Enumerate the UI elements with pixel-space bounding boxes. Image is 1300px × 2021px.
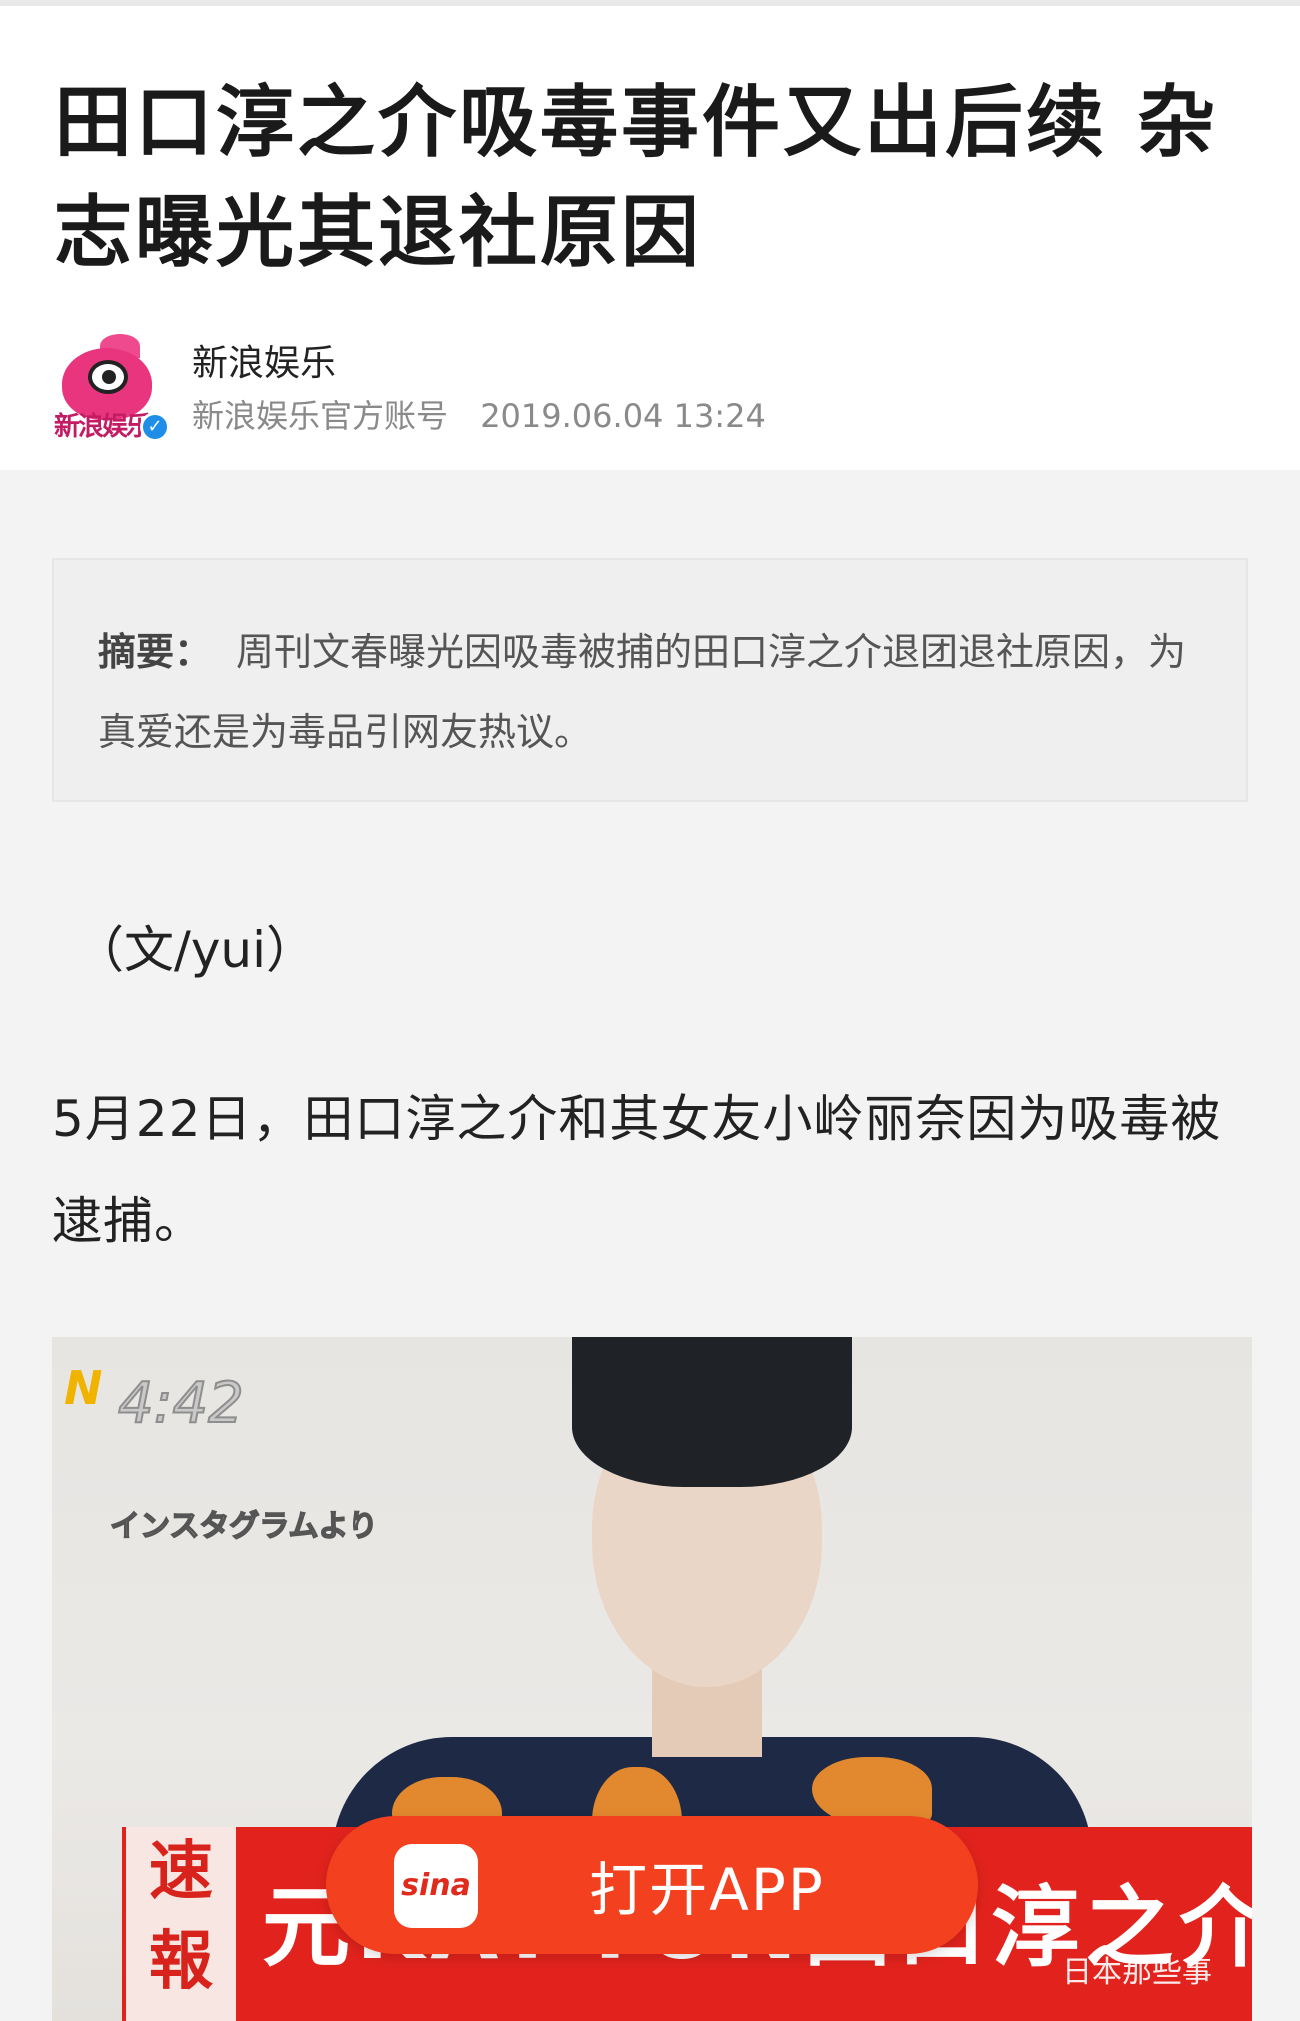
channel-mark: N xyxy=(64,1361,103,1415)
photo-caption: インスタグラムより xyxy=(109,1508,378,1545)
author-name[interactable]: 新浪娱乐 xyxy=(192,341,766,387)
avatar[interactable]: 新浪娱乐 ✓ xyxy=(54,334,170,446)
verified-icon: ✓ xyxy=(140,412,170,442)
summary-label: 摘要： xyxy=(98,630,213,674)
breaking-label: 速報 xyxy=(126,1827,236,2021)
summary-box: 摘要： 周刊文春曝光因吸毒被捕的田口淳之介退团退社原因，为真爱还是为毒品引网友热议… xyxy=(52,558,1248,802)
open-app-button[interactable]: sina 打开APP xyxy=(326,1816,978,1954)
article-header: 田口淳之介吸毒事件又出后续 杂志曝光其退社原因 新浪娱乐 ✓ 新浪娱乐 新浪娱乐… xyxy=(0,6,1300,470)
photo-watermark: 日本那些事 xyxy=(1062,1955,1212,1990)
photo-time: 4:42 xyxy=(117,1370,245,1437)
author-meta: 新浪娱乐官方账号 2019.06.04 13:24 xyxy=(192,393,766,439)
publish-datetime: 2019.06.04 13:24 xyxy=(480,397,766,435)
article-body: 摘要： 周刊文春曝光因吸毒被捕的田口淳之介退团退社原因，为真爱还是为毒品引网友热议… xyxy=(0,470,1300,1272)
summary-text: 周刊文春曝光因吸毒被捕的田口淳之介退团退社原因，为真爱还是为毒品引网友热议。 xyxy=(98,630,1187,754)
avatar-pupil xyxy=(102,370,116,384)
byline: （文/yui） xyxy=(74,921,317,979)
article-title: 田口淳之介吸毒事件又出后续 杂志曝光其退社原因 xyxy=(54,78,1219,278)
article-paragraph: 5月22日，田口淳之介和其女友小岭丽奈因为吸毒被逮捕。 xyxy=(52,1090,1222,1250)
author-info: 新浪娱乐 新浪娱乐官方账号 2019.06.04 13:24 xyxy=(192,341,766,439)
account-type: 新浪娱乐官方账号 xyxy=(192,397,449,435)
photo-hair xyxy=(572,1337,852,1487)
author-row[interactable]: 新浪娱乐 ✓ 新浪娱乐 新浪娱乐官方账号 2019.06.04 13:24 xyxy=(54,334,1248,446)
sina-logo-icon: sina xyxy=(394,1844,478,1928)
open-app-label: 打开APP xyxy=(589,1856,825,1924)
